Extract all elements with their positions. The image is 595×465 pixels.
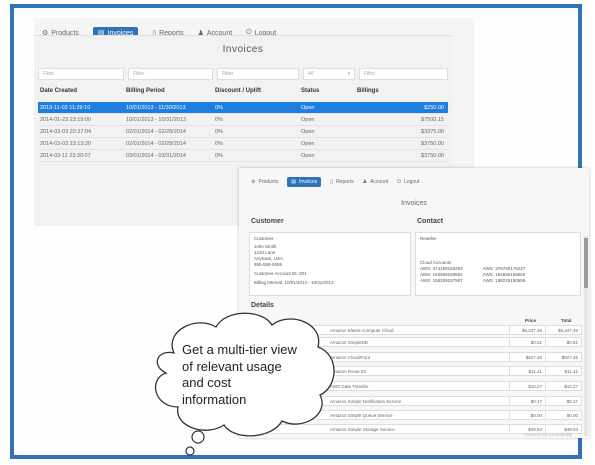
thought-bubble-dot bbox=[191, 430, 205, 444]
user-icon: ♟ bbox=[362, 179, 368, 185]
footer-note: Powered by Cloudability bbox=[524, 432, 573, 437]
col-billings[interactable]: Billings bbox=[357, 88, 448, 100]
col-discount[interactable]: Discount / Uplift bbox=[215, 88, 301, 100]
nav-reports[interactable]: ▯ Reports bbox=[330, 179, 353, 185]
slide-frame: ⚙ Products ▤ Invoices ▯ Reports ♟ Account ⏻ L… bbox=[10, 4, 589, 459]
invoice-table: 2013-11-03 11:29:10 10/01/2013 - 11/30/2… bbox=[38, 102, 448, 162]
scrollbar-thumb[interactable] bbox=[584, 238, 588, 288]
filter-status-select[interactable]: All ▾ bbox=[303, 68, 355, 80]
power-icon: ⏻ bbox=[397, 179, 402, 185]
invoice-icon: ▤ bbox=[291, 179, 296, 185]
table-row[interactable]: 2013-11-03 11:29:10 10/01/2013 - 11/30/2… bbox=[38, 102, 448, 114]
table-row[interactable]: 2014-03-03 23:13:20 02/01/2014 - 02/28/2… bbox=[38, 138, 448, 150]
filter-row: Filter Filter Filter All ▾ Filter bbox=[38, 68, 448, 82]
nav-account[interactable]: ♟ Account bbox=[363, 179, 389, 185]
table-header: Date Created Billing Period Discount / U… bbox=[38, 88, 448, 100]
thought-bubble-dot bbox=[185, 446, 195, 456]
table-row[interactable]: 2014-03-03 20:37:04 02/01/2014 - 02/28/2… bbox=[38, 126, 448, 138]
nav-logout[interactable]: ⏻ Logout bbox=[397, 179, 419, 185]
col-status[interactable]: Status bbox=[301, 88, 357, 100]
contact-heading: Contact bbox=[417, 218, 444, 225]
col-total: Total bbox=[561, 318, 572, 323]
detail-nav: ⚙ Products ▤ Invoices ▯ Reports ♟ Account ⏻ L… bbox=[251, 177, 419, 187]
col-period[interactable]: Billing Period bbox=[126, 88, 215, 100]
customer-heading: Customer bbox=[251, 218, 284, 225]
col-price: Price bbox=[525, 318, 537, 323]
chevron-down-icon: ▾ bbox=[347, 71, 350, 77]
col-date[interactable]: Date Created bbox=[38, 88, 126, 100]
detail-title: Invoices bbox=[401, 200, 427, 207]
table-row[interactable]: 2014-03-11 23:30:07 03/01/2014 - 03/31/2… bbox=[38, 150, 448, 162]
contact-box: Reseller Cloud Accounts AWS: 47415915825… bbox=[415, 232, 581, 296]
document-icon: ▯ bbox=[330, 179, 334, 185]
filter-period[interactable]: Filter bbox=[128, 68, 213, 80]
callout-text: Get a multi-tier view of relevant usage … bbox=[182, 342, 297, 407]
gear-icon: ⚙ bbox=[251, 179, 256, 185]
customer-box: Customer John Smith 1234 Lane Anytown, U… bbox=[249, 232, 411, 296]
filter-date[interactable]: Filter bbox=[38, 68, 124, 80]
nav-products[interactable]: ⚙ Products bbox=[251, 179, 278, 185]
nav-invoices[interactable]: ▤ Invoices bbox=[287, 177, 322, 187]
filter-discount[interactable]: Filter bbox=[217, 68, 299, 80]
page-title: Invoices bbox=[222, 44, 264, 55]
filter-billings[interactable]: Filter bbox=[359, 68, 448, 80]
table-row[interactable]: 2014-01-23 23:19:00 10/01/2013 - 10/31/2… bbox=[38, 114, 448, 126]
